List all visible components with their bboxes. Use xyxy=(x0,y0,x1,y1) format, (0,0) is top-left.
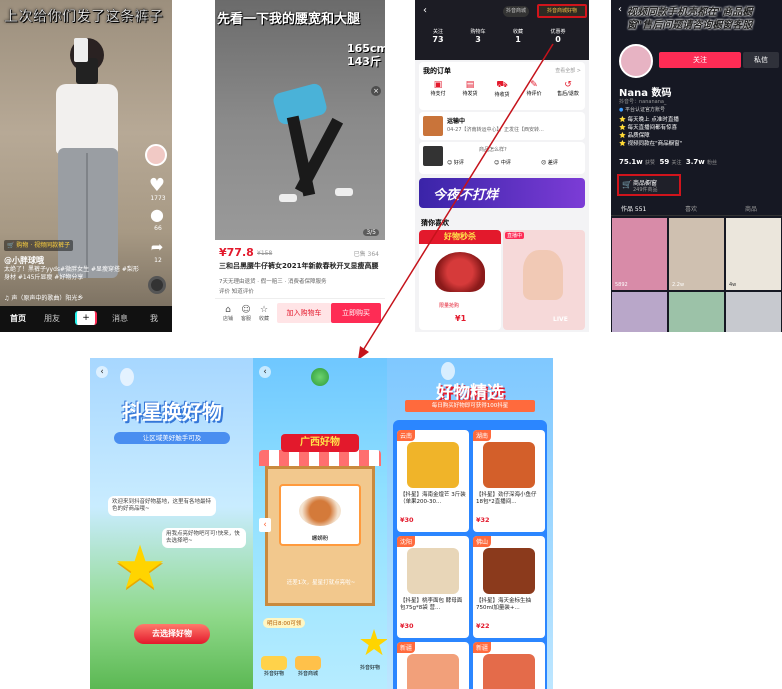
prev-arrow-icon[interactable]: ‹ xyxy=(259,518,271,532)
goods-card[interactable]: 佛山【抖星】海天金标生抽750ml加量装+... ¥22 xyxy=(473,536,545,638)
back-icon[interactable]: ‹ xyxy=(96,366,108,378)
goods-card[interactable]: 螺蛳粉 xyxy=(279,484,361,546)
region-tag: 沈阳 xyxy=(397,536,416,547)
goods-card[interactable]: 新疆 xyxy=(397,642,469,689)
goods-image xyxy=(299,496,341,526)
goods-card[interactable]: 沈阳【抖星】桃李面包 酵母面包75g*8袋 营... ¥30 xyxy=(397,536,469,638)
goods-label: 螺蛳粉 xyxy=(311,536,329,542)
goods-image xyxy=(407,548,459,594)
goods-price: ¥32 xyxy=(476,516,490,524)
goods-card[interactable]: 新疆 xyxy=(473,642,545,689)
region-tag: 新疆 xyxy=(473,642,492,653)
bottom-shortcut[interactable]: 抖音好物 xyxy=(261,656,287,677)
page-subtitle: 让区域美好触手可及 xyxy=(114,432,230,444)
region-tag: 湖南 xyxy=(473,430,492,441)
goods-name: 【抖星】海南金煌芒 3斤装（单果200-30... xyxy=(400,492,466,505)
goods-image xyxy=(483,654,535,689)
back-icon[interactable]: ‹ xyxy=(259,366,271,378)
goods-card[interactable]: 湖南【抖星】劲仔深海小鱼仔18包*2直播间... ¥32 xyxy=(473,430,545,532)
star-mascot: ★ xyxy=(113,533,167,603)
region-tag: 云南 xyxy=(397,430,416,441)
goods-name: 【抖星】海天金标生抽750ml加量装+... xyxy=(476,598,532,611)
goods-name: 【抖星】劲仔深海小鱼仔18包*2直播间... xyxy=(476,492,537,505)
goods-price: ¥30 xyxy=(400,516,414,524)
guangxi-goods-panel: ‹ 广西好物 螺蛳粉 ‹ 还差1次，星星打就点亮啦~ 明日8:00可领 ★ 抖音… xyxy=(253,358,387,689)
hint-bubble: 用我点亮好物吧可可!快来，快去选择吧~ xyxy=(162,528,246,548)
goods-image xyxy=(483,442,535,488)
choose-goods-button[interactable]: 去选择好物 xyxy=(134,624,210,644)
welcome-bubble: 欢迎来到抖音好物基地，这里有各地最特色的好商品哦~ xyxy=(108,496,216,516)
goods-image xyxy=(407,442,459,488)
shortcut-label: 抖音好物 xyxy=(359,665,380,671)
shortcut-label: 抖音商城 xyxy=(297,671,318,677)
curated-goods-panel: 好物精选 每日购买好物即可获得100抖星 云南 【抖星】海南金煌芒 3斤装（单果2… xyxy=(387,358,553,689)
bag-icon xyxy=(261,656,287,670)
bag-icon xyxy=(295,656,321,670)
bottom-shortcut[interactable]: 抖音商城 xyxy=(295,656,321,677)
goods-name: 【抖星】桃李面包 酵母面包75g*8袋 营... xyxy=(400,598,463,611)
region-tag: 新疆 xyxy=(397,642,416,653)
balloon-icon xyxy=(120,368,134,386)
bottom-shortcut[interactable]: 抖音好物 xyxy=(357,664,383,671)
goods-card[interactable]: 云南【抖星】海南金煌芒 3斤装（单果200-30... ¥30 xyxy=(397,430,469,532)
shortcut-label: 抖音好物 xyxy=(263,671,284,677)
page-title: 抖星换好物 xyxy=(122,400,222,424)
goods-price: ¥30 xyxy=(400,622,414,630)
goods-price: ¥22 xyxy=(476,622,490,630)
stall-roof xyxy=(259,450,381,466)
screenshot-collage: 上次给你们发了这条裤子 ♥ 1773 ● 66 ➦ 12 🛒 购物 · 视频同款… xyxy=(0,0,782,689)
page-subtitle: 每日购买好物即可获得100抖星 xyxy=(405,400,535,412)
goods-image xyxy=(407,654,459,689)
star-exchange-panel: ‹ 抖星换好物 让区域美好触手可及 欢迎来到抖音好物基地，这里有各地最特色的好商… xyxy=(90,358,253,689)
region-title: 广西好物 xyxy=(281,434,359,452)
countdown-label: 明日8:00可领 xyxy=(263,618,306,628)
region-tag: 佛山 xyxy=(473,536,492,547)
globe-icon xyxy=(311,368,329,386)
goods-image xyxy=(483,548,535,594)
progress-notice: 还差1次，星星打就点亮啦~ xyxy=(286,580,356,586)
star-mascot: ★ xyxy=(357,622,387,664)
